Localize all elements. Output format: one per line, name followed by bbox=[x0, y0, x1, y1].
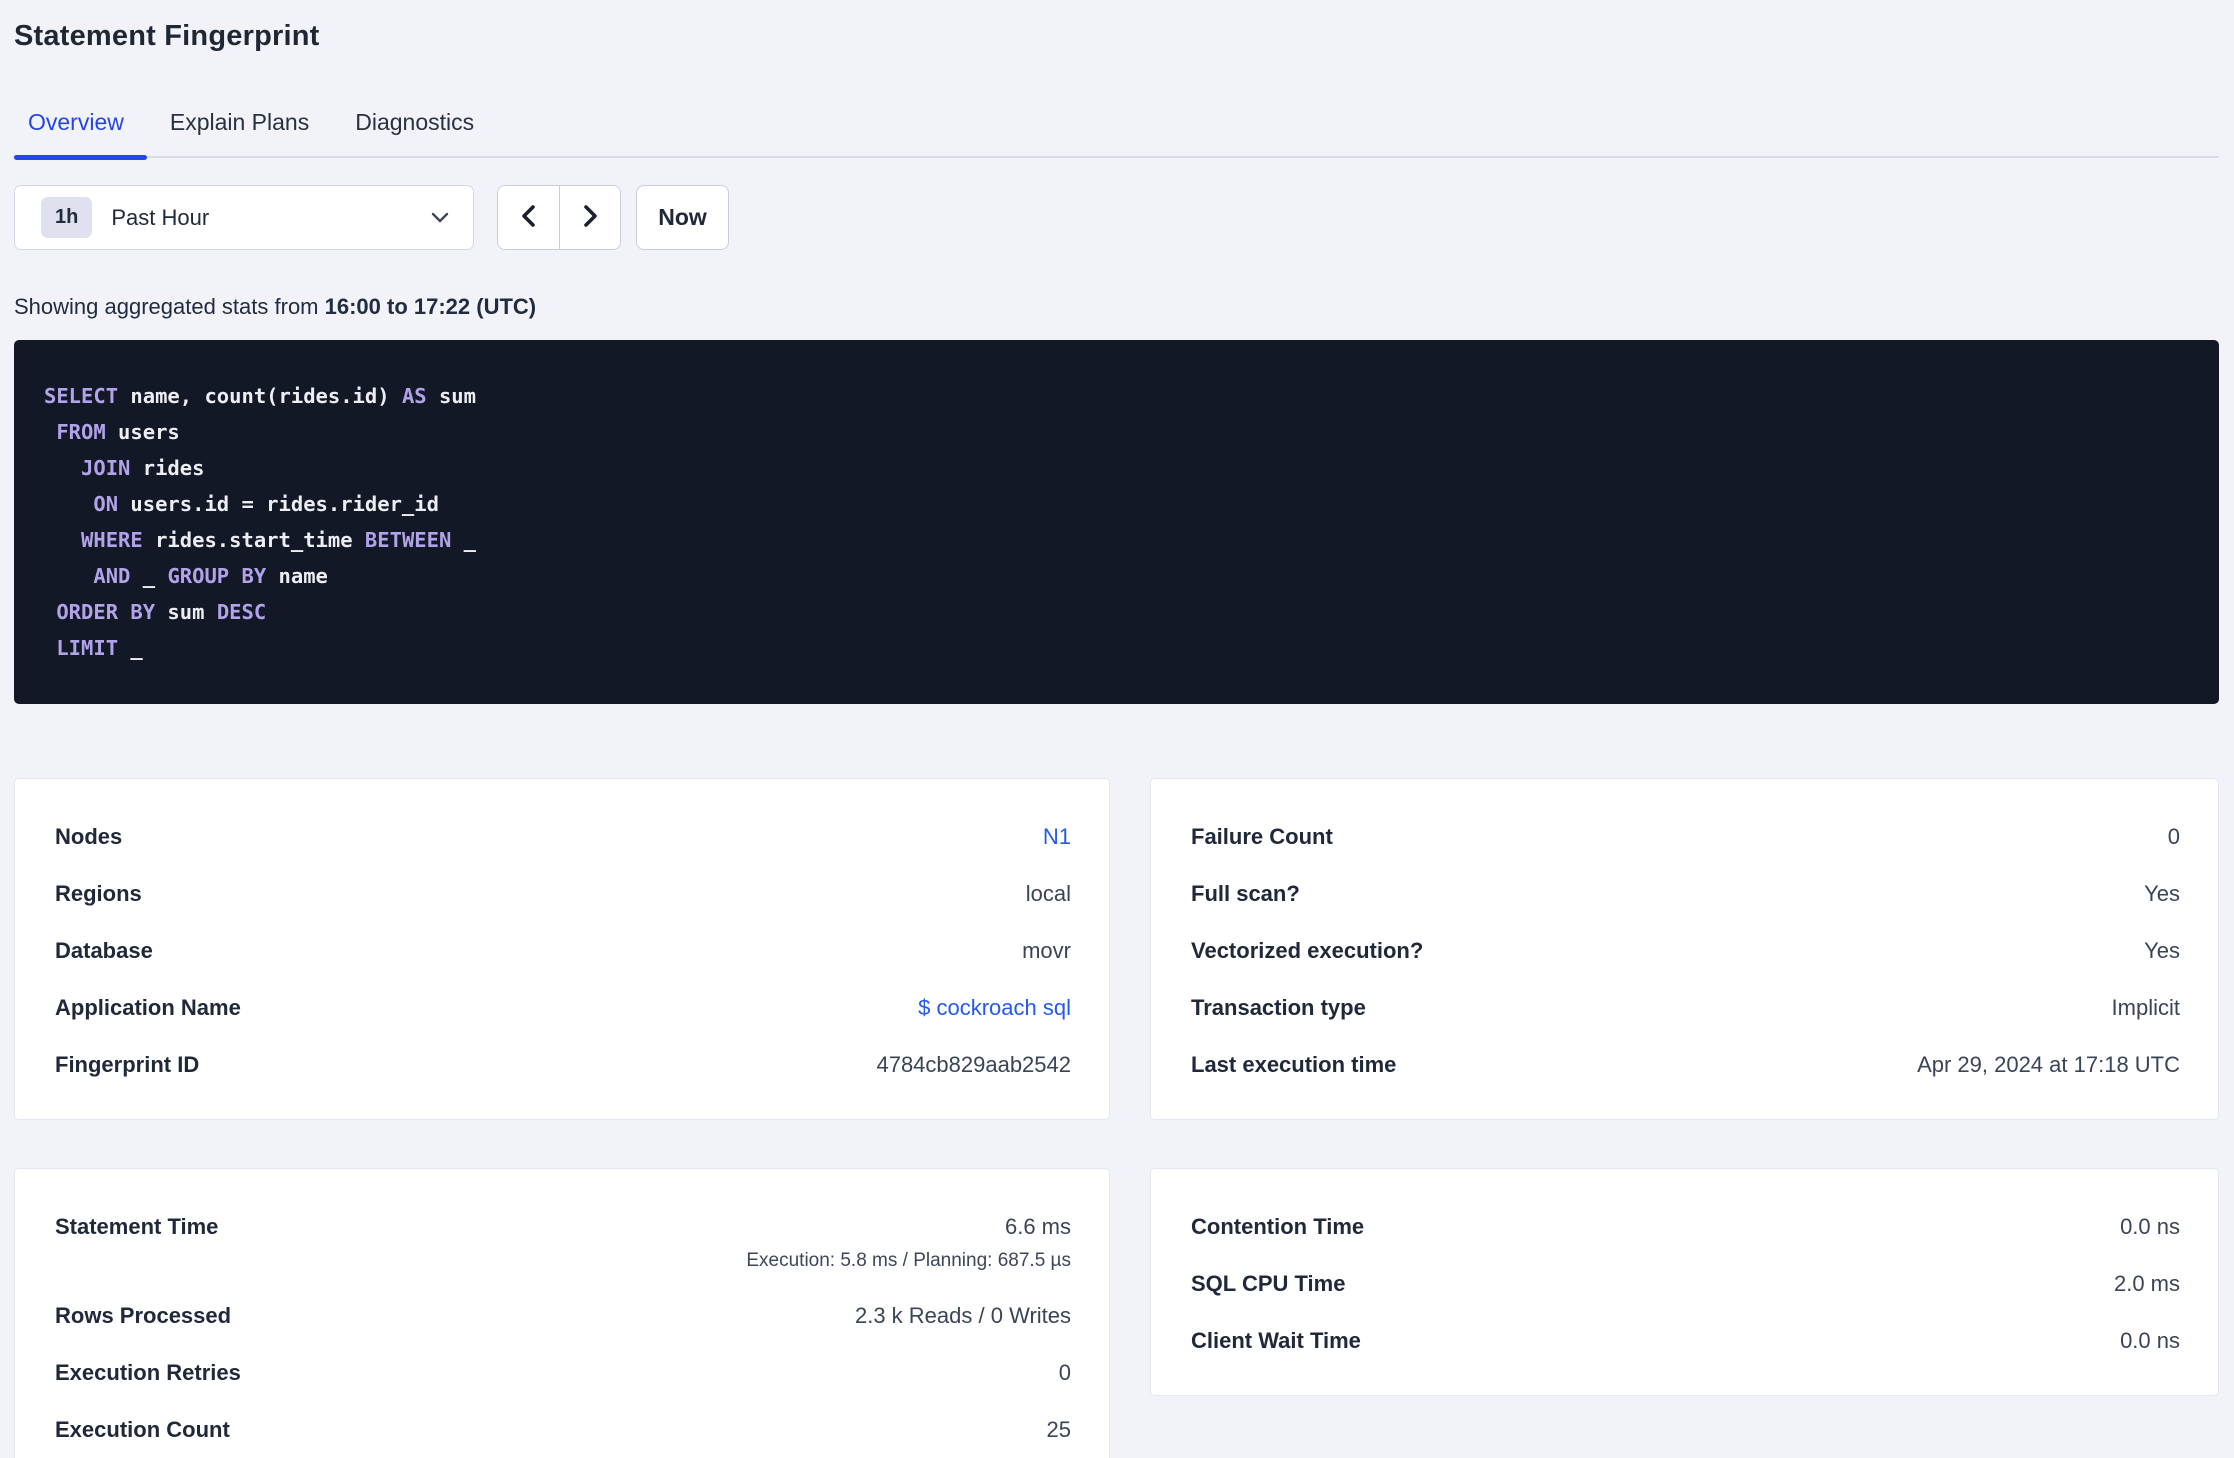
stat-label: Nodes bbox=[55, 824, 123, 849]
stat-value: 0 bbox=[1058, 1360, 1071, 1385]
stat-row: Vectorized execution? Yes bbox=[1191, 939, 2180, 963]
sql-line: WHERE rides.start_time BETWEEN _ bbox=[81, 528, 477, 552]
aggregated-stats-range: 16:00 to 17:22 (UTC) bbox=[324, 294, 537, 319]
stat-row: Last execution time Apr 29, 2024 at 17:18… bbox=[1191, 1053, 2180, 1077]
stat-label: Execution Retries bbox=[55, 1360, 241, 1385]
stat-value: Yes bbox=[2144, 938, 2180, 963]
time-step-buttons bbox=[497, 185, 621, 250]
stat-row: Database movr bbox=[55, 939, 1071, 963]
stat-value: 0 bbox=[2167, 824, 2180, 849]
execution-attributes-card: Failure Count 0 Full scan? Yes Vectorized ex… bbox=[1150, 778, 2219, 1120]
sql-line: AND _ GROUP BY name bbox=[93, 564, 328, 588]
sql-code: SELECT name, count(rides.id) AS sum FROM… bbox=[44, 378, 2189, 666]
stat-label: Application Name bbox=[55, 995, 241, 1020]
stat-row: Regions local bbox=[55, 882, 1071, 906]
stat-row: Contention Time 0.0 ns bbox=[1191, 1215, 2180, 1239]
stat-row: Execution Count 25 bbox=[55, 1418, 1071, 1442]
stat-value-link[interactable]: N1 bbox=[1043, 825, 1071, 849]
time-range-badge: 1h bbox=[41, 197, 93, 238]
stat-row: Fingerprint ID 4784cb829aab2542 bbox=[55, 1053, 1071, 1077]
stat-label: Transaction type bbox=[1191, 995, 1366, 1020]
stat-value: 0.0 ns bbox=[2120, 1328, 2180, 1353]
tab-diagnostics[interactable]: Diagnostics bbox=[332, 109, 497, 156]
stat-value: 4784cb829aab2542 bbox=[876, 1052, 1071, 1077]
chevron-left-icon bbox=[516, 202, 542, 233]
stat-value: 2.3 k Reads / 0 Writes bbox=[854, 1303, 1071, 1328]
stat-label: Full scan? bbox=[1191, 881, 1300, 906]
stat-value: movr bbox=[1022, 938, 1071, 963]
stat-label: Contention Time bbox=[1191, 1214, 1365, 1239]
aggregated-stats-prefix: Showing aggregated stats from bbox=[14, 294, 325, 319]
chevron-right-icon bbox=[577, 202, 603, 233]
stat-label: Vectorized execution? bbox=[1191, 938, 1424, 963]
stat-row: Client Wait Time 0.0 ns bbox=[1191, 1329, 2180, 1353]
stat-row: Application Name $ cockroach sql bbox=[55, 996, 1071, 1020]
stat-label: Execution Count bbox=[55, 1417, 230, 1442]
stat-label: Fingerprint ID bbox=[55, 1052, 200, 1077]
stat-value-group: 6.6 ms Execution: 5.8 ms / Planning: 687.… bbox=[746, 1214, 1071, 1272]
stat-value: Implicit bbox=[2111, 995, 2180, 1020]
sql-line: JOIN rides bbox=[81, 456, 205, 480]
stat-row: Nodes N1 bbox=[55, 825, 1071, 849]
previous-time-button[interactable] bbox=[498, 186, 559, 249]
timing-card: Statement Time 6.6 ms Execution: 5.8 ms / … bbox=[14, 1168, 1110, 1458]
sql-line: SELECT name, count(rides.id) AS sum bbox=[44, 384, 476, 408]
stat-value: 2.0 ms bbox=[2113, 1271, 2180, 1296]
stat-label: Database bbox=[55, 938, 153, 963]
stat-row: SQL CPU Time 2.0 ms bbox=[1191, 1272, 2180, 1296]
sql-line: FROM users bbox=[56, 420, 180, 444]
stat-value: 25 bbox=[1046, 1417, 1071, 1442]
statement-fingerprint-page: Statement Fingerprint Overview Explain P… bbox=[0, 0, 2234, 1458]
aggregated-stats-line: Showing aggregated stats from 16:00 to 1… bbox=[14, 294, 2219, 320]
stat-label: Last execution time bbox=[1191, 1052, 1397, 1077]
now-button[interactable]: Now bbox=[636, 185, 729, 250]
stat-row: Transaction type Implicit bbox=[1191, 996, 2180, 1020]
sql-line: ORDER BY sum DESC bbox=[56, 600, 267, 624]
tab-bar: Overview Explain Plans Diagnostics bbox=[14, 109, 2219, 160]
stat-value-link[interactable]: $ cockroach sql bbox=[918, 996, 1071, 1020]
stat-row: Failure Count 0 bbox=[1191, 825, 2180, 849]
time-range-dropdown[interactable]: 1h Past Hour bbox=[14, 185, 474, 250]
time-controls: 1h Past Hour Now bbox=[14, 185, 2219, 250]
stat-subvalue: Execution: 5.8 ms / Planning: 687.5 µs bbox=[746, 1250, 1071, 1271]
stat-row: Full scan? Yes bbox=[1191, 882, 2180, 906]
stat-row: Rows Processed 2.3 k Reads / 0 Writes bbox=[55, 1304, 1071, 1328]
sql-line: ON users.id = rides.rider_id bbox=[93, 492, 439, 516]
stat-label: SQL CPU Time bbox=[1191, 1271, 1346, 1296]
sql-statement-box: SELECT name, count(rides.id) AS sum FROM… bbox=[14, 340, 2219, 704]
next-time-button[interactable] bbox=[559, 186, 620, 249]
tab-overview[interactable]: Overview bbox=[14, 109, 147, 160]
stat-value: Yes bbox=[2144, 881, 2180, 906]
summary-cards: Nodes N1 Regions local Database movr Applicati… bbox=[14, 778, 2219, 1458]
statement-details-card: Nodes N1 Regions local Database movr Applicati… bbox=[14, 778, 1110, 1120]
stat-label: Statement Time bbox=[55, 1214, 219, 1239]
sql-line: LIMIT _ bbox=[56, 636, 143, 660]
tab-explain-plans[interactable]: Explain Plans bbox=[147, 109, 332, 156]
stat-value: 0.0 ns bbox=[2120, 1214, 2180, 1239]
stat-label: Failure Count bbox=[1191, 824, 1333, 849]
stat-value: local bbox=[1025, 881, 1071, 906]
stat-label: Rows Processed bbox=[55, 1303, 232, 1328]
stat-row: Execution Retries 0 bbox=[55, 1361, 1071, 1385]
stat-value: Apr 29, 2024 at 17:18 UTC bbox=[1917, 1052, 2180, 1077]
stat-label: Regions bbox=[55, 881, 142, 906]
stat-row: Statement Time 6.6 ms Execution: 5.8 ms / … bbox=[55, 1214, 1071, 1272]
stat-label: Client Wait Time bbox=[1191, 1328, 1361, 1353]
chevron-down-icon bbox=[431, 212, 449, 223]
time-range-label: Past Hour bbox=[111, 204, 210, 230]
page-title: Statement Fingerprint bbox=[14, 20, 320, 52]
stat-value: 6.6 ms bbox=[1004, 1214, 1071, 1239]
resource-usage-card: Contention Time 0.0 ns SQL CPU Time 2.0 ms C… bbox=[1150, 1168, 2219, 1396]
